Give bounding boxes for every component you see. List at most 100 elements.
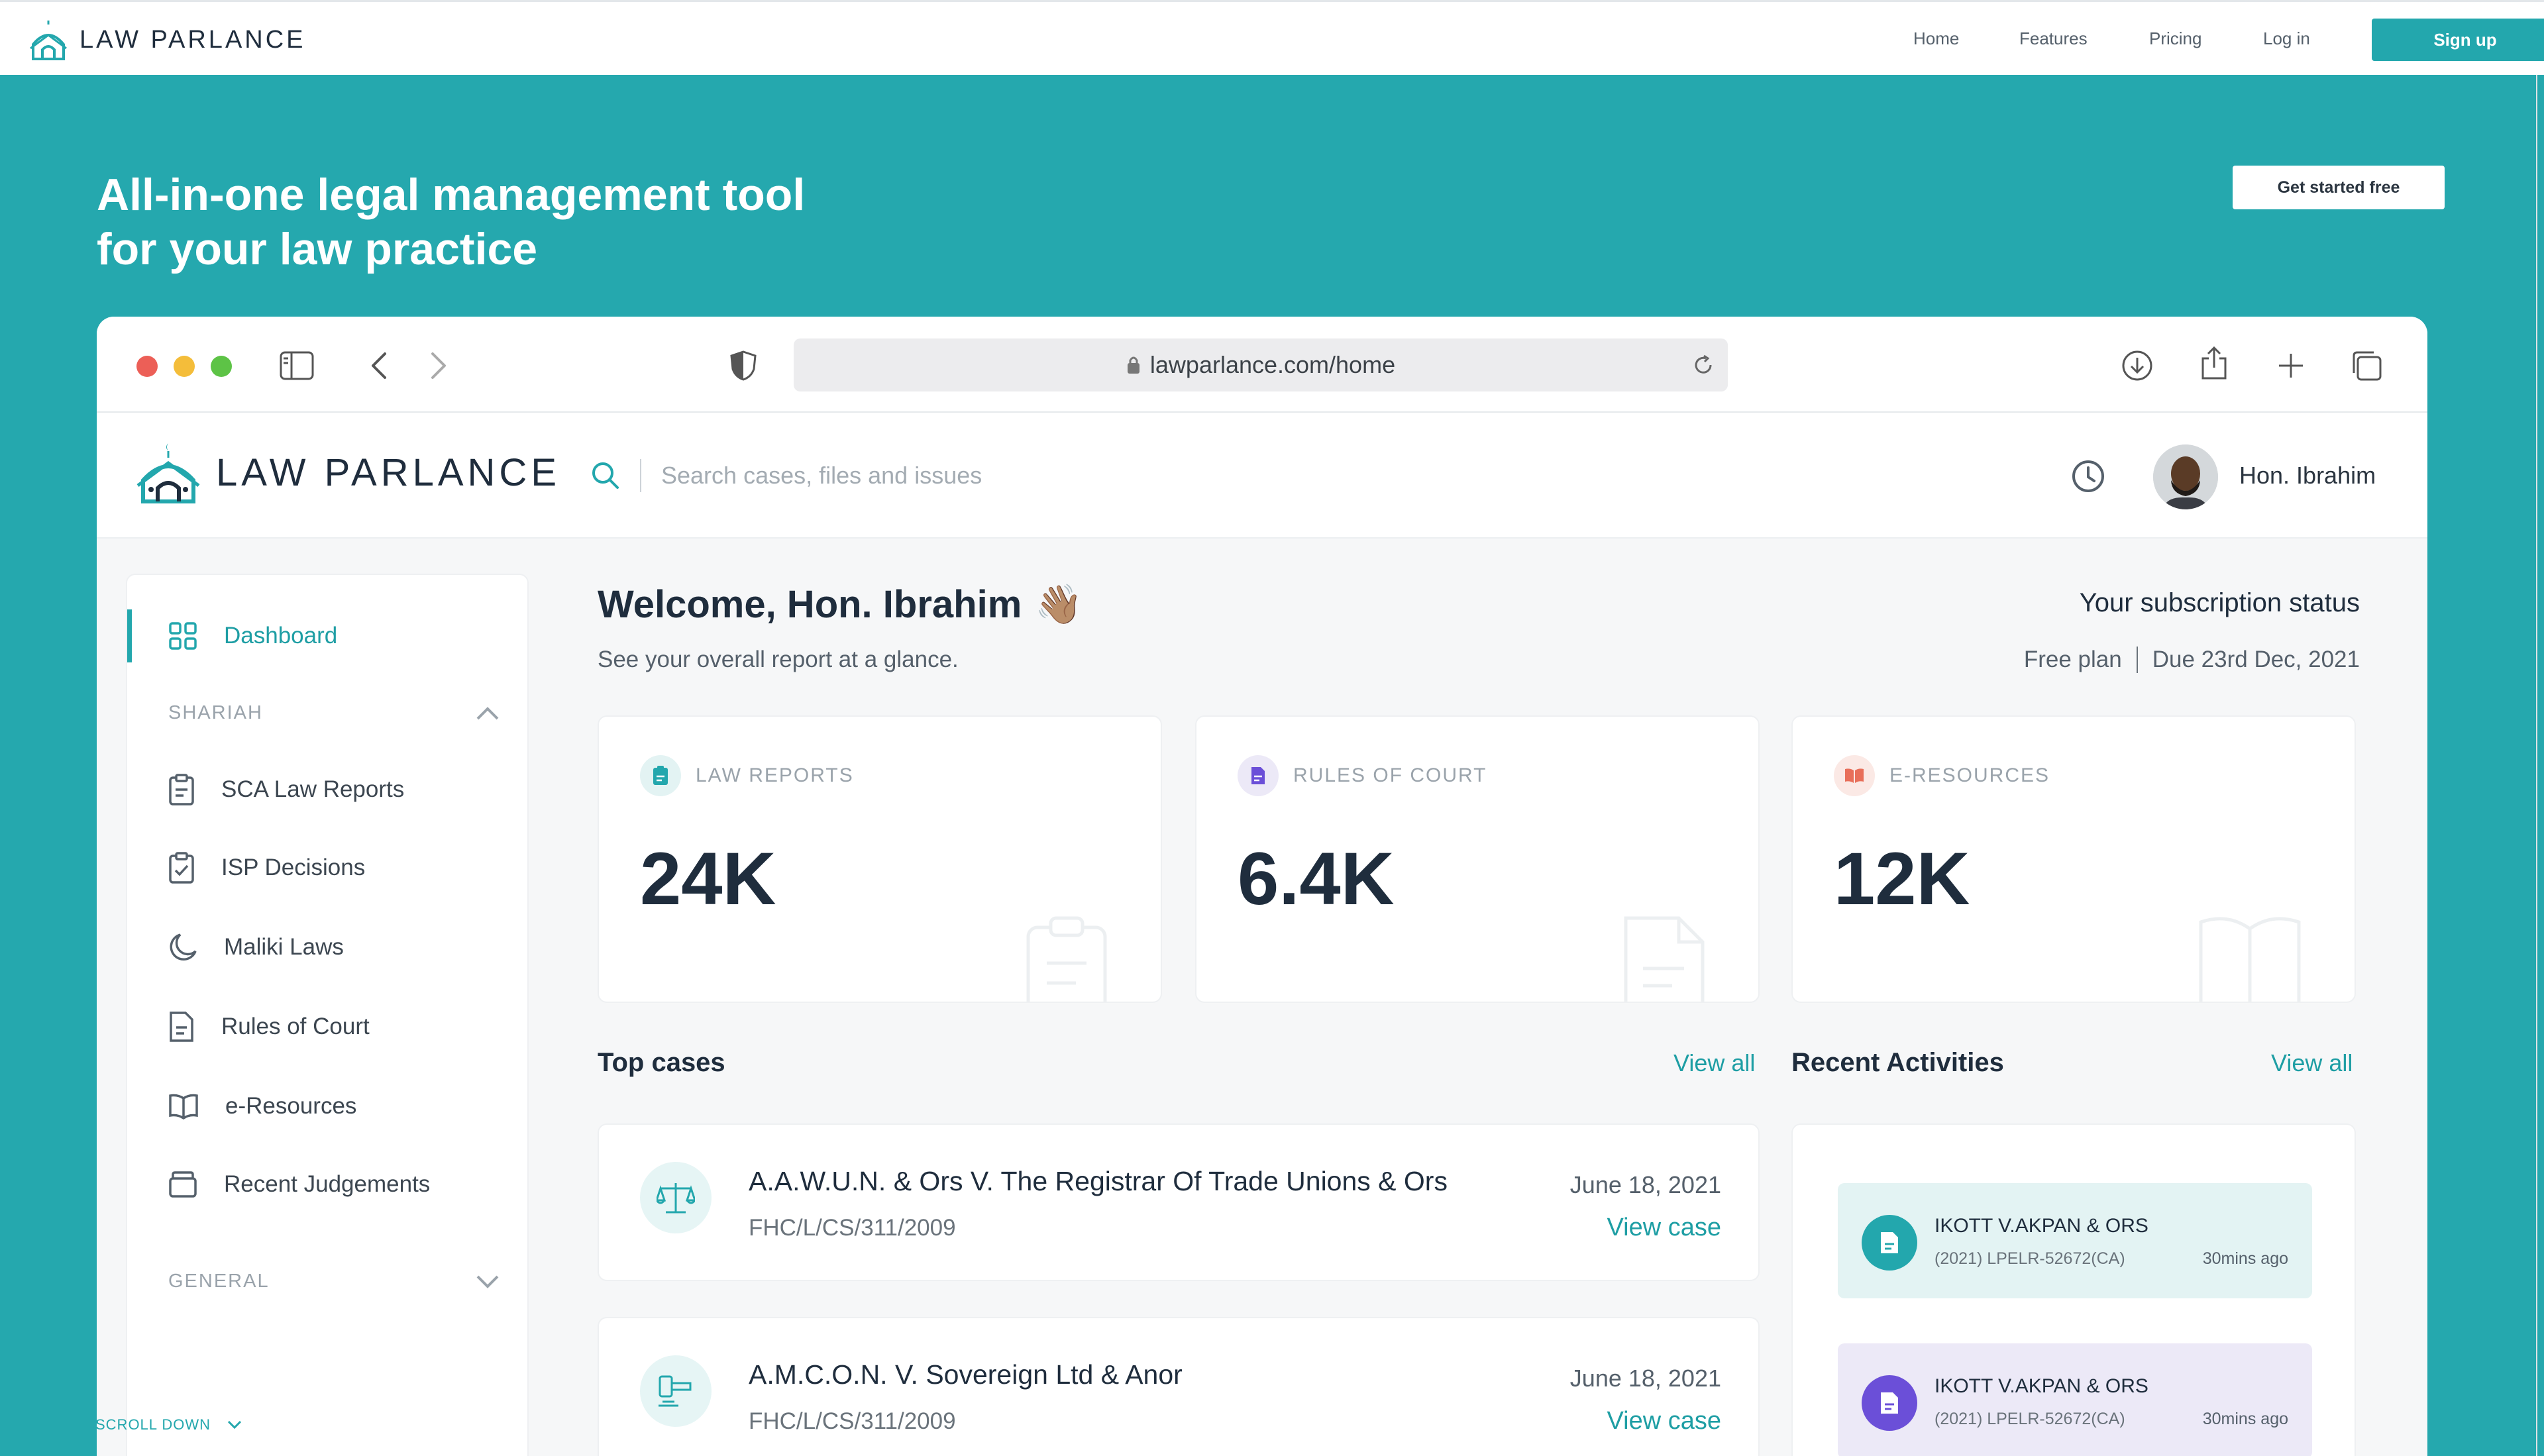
app-logo[interactable]: LAW PARLANCE	[136, 441, 560, 504]
site-navbar: LAW PARLANCE Home Features Pricing Log i…	[0, 0, 2544, 75]
activity-card[interactable]: IKOTT V.AKPAN & ORS (2021) LPELR-52672(C…	[1838, 1343, 2312, 1456]
welcome-text: Welcome, Hon. Ibrahim	[598, 583, 1022, 626]
back-arrow-icon[interactable]	[362, 348, 396, 383]
view-case-link[interactable]: View case	[1607, 1214, 1721, 1242]
sidebar-section-shariah[interactable]: SHARIAH	[168, 702, 500, 724]
sidebar-toggle-icon[interactable]	[280, 348, 314, 383]
activity-code: (2021) LPELR-52672(CA)	[1934, 1249, 2125, 1268]
user-name[interactable]: Hon. Ibrahim	[2239, 462, 2376, 490]
sidebar-item-dashboard[interactable]: Dashboard	[127, 609, 530, 662]
chevron-up-icon[interactable]	[476, 706, 500, 721]
case-card[interactable]: A.A.W.U.N. & Ors V. The Registrar Of Tra…	[598, 1123, 1760, 1281]
chevron-down-icon[interactable]	[476, 1274, 500, 1289]
subscription-plan: Free plan	[2023, 647, 2122, 672]
nav-home-link[interactable]: Home	[1913, 28, 1959, 49]
search-icon[interactable]	[590, 460, 621, 492]
case-title[interactable]: A.A.W.U.N. & Ors V. The Registrar Of Tra…	[749, 1166, 1448, 1197]
view-case-link[interactable]: View case	[1607, 1407, 1721, 1435]
address-bar[interactable]: lawparlance.com/home	[794, 338, 1728, 391]
stat-card-e-resources[interactable]: E-RESOURCES 12K	[1791, 715, 2356, 1003]
section-label: SHARIAH	[168, 702, 263, 723]
activity-title: IKOTT V.AKPAN & ORS	[1934, 1375, 2148, 1397]
hero-title-line-1: All-in-one legal management tool	[97, 170, 806, 220]
case-code: FHC/L/CS/311/2009	[749, 1408, 956, 1434]
sidebar-item-label: SCA Law Reports	[221, 776, 405, 802]
book-watermark-icon	[2199, 917, 2301, 1002]
document-icon	[170, 1012, 193, 1042]
sidebar: Dashboard SHARIAH SCA Law Reports ISP De…	[126, 574, 529, 1456]
document-icon	[1862, 1215, 1917, 1271]
search-bar[interactable]	[590, 451, 1257, 500]
document-icon	[1238, 755, 1279, 796]
scroll-down-label: SCROLL DOWN	[95, 1416, 211, 1433]
sidebar-item-label: ISP Decisions	[221, 855, 366, 880]
mosque-logo-icon	[30, 21, 67, 60]
page-scrollbar[interactable]	[2536, 75, 2544, 1456]
subscription-title: Your subscription status	[2079, 588, 2360, 617]
stat-header: E-RESOURCES	[1834, 755, 2050, 796]
zoom-window-dot[interactable]	[211, 356, 232, 377]
download-icon[interactable]	[2120, 348, 2154, 383]
sidebar-item-recent-judgements[interactable]: Recent Judgements	[127, 1158, 530, 1211]
tabs-overview-icon[interactable]	[2349, 348, 2384, 383]
case-code: FHC/L/CS/311/2009	[749, 1215, 956, 1241]
archive-box-icon	[169, 1171, 197, 1198]
url-text: lawparlance.com/home	[1149, 351, 1396, 378]
subscription-due: Due 23rd Dec, 2021	[2152, 647, 2360, 672]
nav-login-link[interactable]: Log in	[2263, 28, 2310, 49]
sidebar-item-label: Rules of Court	[221, 1014, 370, 1039]
hero-title: All-in-one legal management tool for you…	[97, 168, 958, 276]
browser-toolbar: lawparlance.com/home	[97, 317, 2427, 413]
case-date: June 18, 2021	[1569, 1171, 1721, 1198]
stat-card-rules-of-court[interactable]: RULES OF COURT 6.4K	[1195, 715, 1760, 1003]
close-window-dot[interactable]	[136, 356, 158, 377]
sidebar-item-isp-decisions[interactable]: ISP Decisions	[127, 841, 530, 894]
sidebar-item-sca-law-reports[interactable]: SCA Law Reports	[127, 763, 530, 816]
case-card[interactable]: A.M.C.O.N. V. Sovereign Ltd & Anor FHC/L…	[598, 1317, 1760, 1456]
forward-arrow-icon[interactable]	[421, 348, 456, 383]
open-book-icon	[1834, 755, 1875, 796]
signup-button[interactable]: Sign up	[2372, 19, 2544, 61]
stat-header: LAW REPORTS	[640, 755, 854, 796]
open-book-icon	[169, 1094, 198, 1119]
app-header: LAW PARLANCE Hon. Ibrahim	[97, 413, 2427, 539]
share-icon[interactable]	[2197, 346, 2231, 380]
sidebar-item-rules-of-court[interactable]: Rules of Court	[127, 1000, 530, 1053]
mosque-logo-icon	[136, 443, 200, 503]
reload-icon[interactable]	[1692, 354, 1715, 376]
nav-features-link[interactable]: Features	[2019, 28, 2088, 49]
waving-hand-emoji: 👋🏽	[1035, 582, 1083, 627]
activity-card[interactable]: IKOTT V.AKPAN & ORS (2021) LPELR-52672(C…	[1838, 1183, 2312, 1298]
stat-label: E-RESOURCES	[1889, 764, 2050, 786]
top-cases-view-all-link[interactable]: View all	[1673, 1049, 1755, 1077]
clipboard-icon	[640, 755, 681, 796]
active-indicator	[127, 609, 132, 662]
case-title[interactable]: A.M.C.O.N. V. Sovereign Ltd & Anor	[749, 1359, 1183, 1390]
stat-value: 6.4K	[1238, 837, 1395, 920]
grid-icon	[169, 622, 197, 650]
stat-value: 12K	[1834, 837, 1970, 920]
site-logo[interactable]: LAW PARLANCE	[29, 19, 306, 60]
get-started-button[interactable]: Get started free	[2233, 166, 2445, 209]
privacy-shield-icon[interactable]	[726, 348, 761, 383]
sidebar-item-e-resources[interactable]: e-Resources	[127, 1080, 530, 1133]
welcome-heading: Welcome, Hon. Ibrahim 👋🏽	[598, 582, 1083, 627]
chevron-down-icon	[227, 1420, 242, 1430]
stat-card-law-reports[interactable]: LAW REPORTS 24K	[598, 715, 1162, 1003]
sidebar-item-label: Recent Judgements	[224, 1171, 431, 1197]
scales-of-justice-icon	[640, 1162, 712, 1233]
sidebar-item-maliki-laws[interactable]: Maliki Laws	[127, 921, 530, 974]
scroll-down-hint[interactable]: SCROLL DOWN	[95, 1416, 242, 1433]
minimize-window-dot[interactable]	[174, 356, 195, 377]
sidebar-section-general[interactable]: GENERAL	[168, 1271, 500, 1292]
nav-pricing-link[interactable]: Pricing	[2149, 28, 2201, 49]
search-input[interactable]	[661, 462, 1257, 490]
document-icon	[1862, 1375, 1917, 1431]
user-avatar[interactable]	[2153, 444, 2218, 509]
document-watermark-icon	[1624, 916, 1705, 1002]
history-clock-icon[interactable]	[2070, 458, 2107, 495]
activities-view-all-link[interactable]: View all	[2271, 1049, 2353, 1077]
activity-title: IKOTT V.AKPAN & ORS	[1934, 1215, 2148, 1237]
new-tab-plus-icon[interactable]	[2274, 348, 2308, 383]
stat-label: LAW REPORTS	[696, 764, 854, 786]
